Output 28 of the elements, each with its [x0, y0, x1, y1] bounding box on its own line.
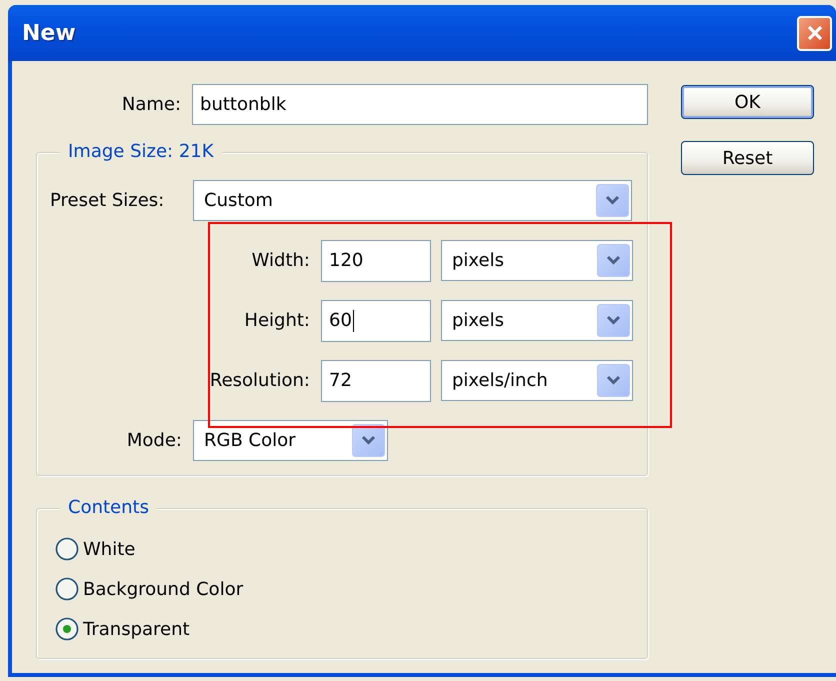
chevron-down-icon: [352, 424, 385, 457]
dialog-button[interactable]: Reset: [681, 141, 814, 175]
text-field[interactable]: buttonblk: [192, 84, 648, 125]
radio-option[interactable]: Transparent: [55, 609, 190, 649]
dropdown[interactable]: Custom: [193, 180, 632, 221]
chevron-down-icon: [596, 184, 629, 217]
dropdown[interactable]: pixels: [441, 300, 633, 341]
text-field[interactable]: 120: [321, 240, 431, 282]
radio-option[interactable]: White: [55, 529, 136, 569]
close-button[interactable]: [797, 16, 832, 50]
text-field[interactable]: 72: [321, 360, 431, 402]
field-label: Resolution:: [208, 370, 311, 391]
text-field[interactable]: 60: [321, 300, 431, 342]
dropdown[interactable]: pixels: [441, 240, 633, 281]
dropdown[interactable]: pixels/inch: [441, 360, 633, 401]
field-label: Name:: [120, 94, 182, 115]
close-icon: [806, 24, 824, 42]
dialog-button[interactable]: OK: [681, 85, 814, 119]
field-label: Height:: [243, 310, 311, 331]
chevron-down-icon: [597, 304, 630, 337]
field-label: Width:: [250, 250, 311, 271]
dropdown[interactable]: RGB Color: [193, 420, 388, 461]
window-title: New: [22, 20, 77, 46]
chevron-down-icon: [597, 244, 630, 277]
radio-option[interactable]: Background Color: [55, 569, 244, 609]
chevron-down-icon: [597, 364, 630, 397]
field-label: Mode:: [126, 430, 183, 451]
field-label: Preset Sizes:: [49, 190, 166, 211]
